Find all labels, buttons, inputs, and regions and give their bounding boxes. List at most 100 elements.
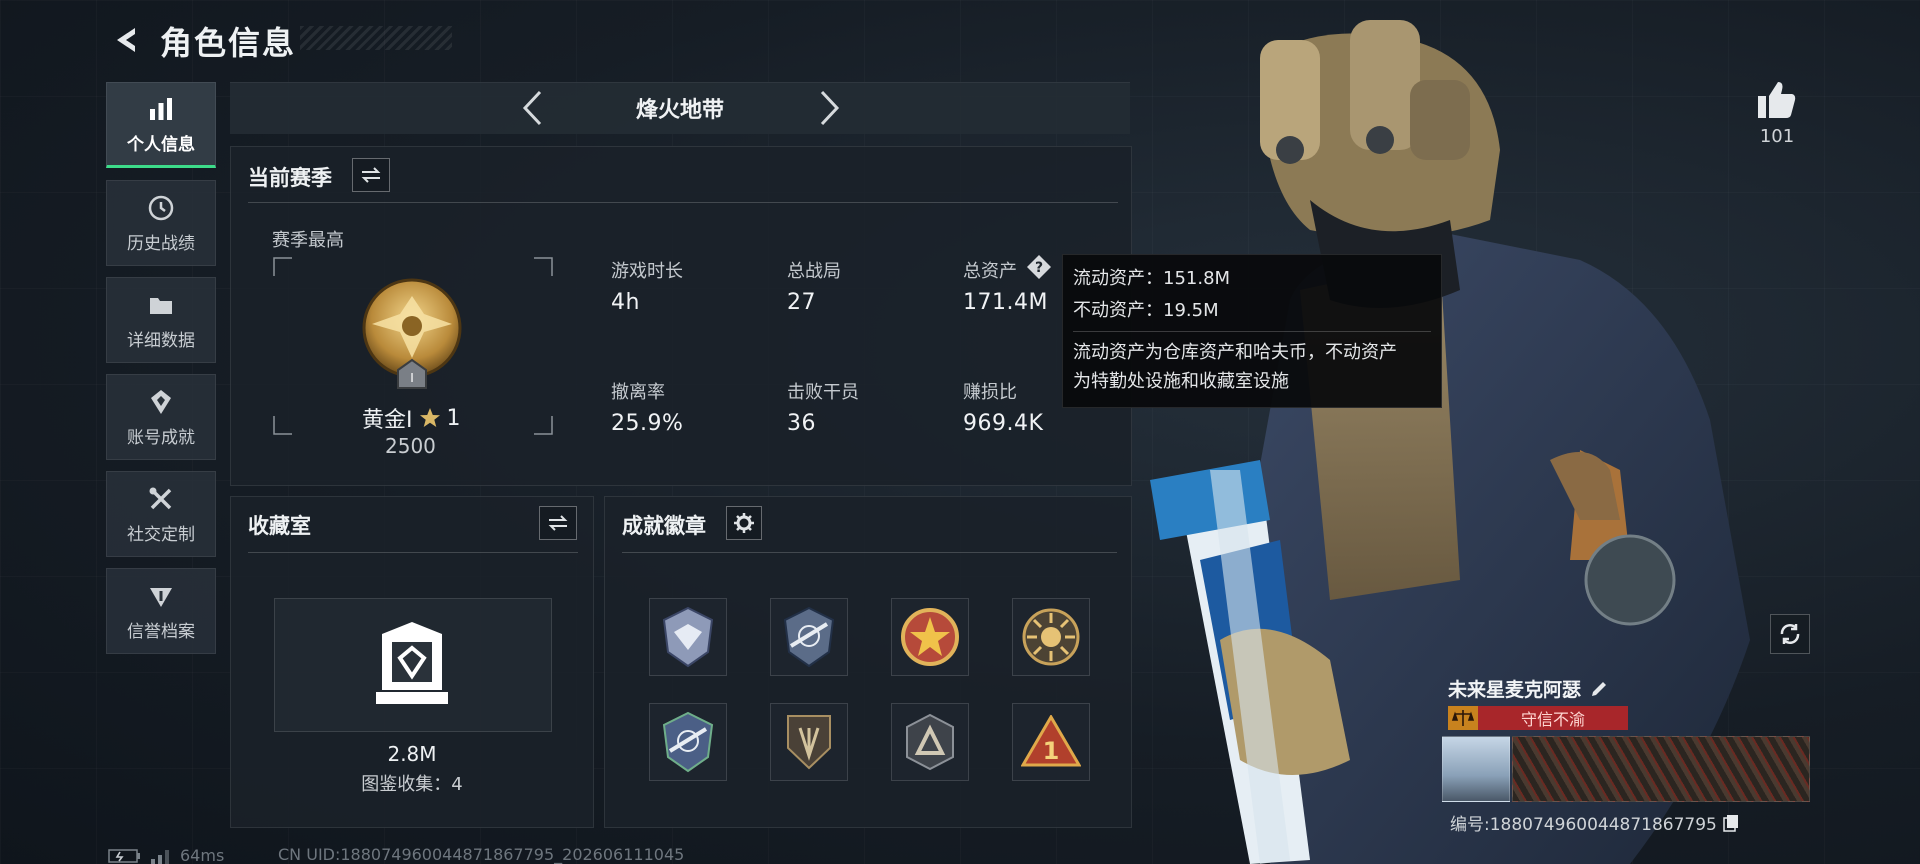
player-title-text: 守信不渝 bbox=[1520, 710, 1585, 729]
badge-slot-6[interactable] bbox=[770, 703, 848, 781]
assets-help-button[interactable]: ? bbox=[1026, 254, 1052, 280]
copy-icon[interactable] bbox=[1723, 814, 1739, 832]
stat-label-playtime: 游戏时长 bbox=[611, 261, 683, 282]
tooltip-desc-line1: 流动资产为仓库资产和哈夫币，不动资产 bbox=[1073, 342, 1397, 363]
sidebar-item-label: 账号成就 bbox=[127, 427, 195, 448]
sidebar-item-label: 社交定制 bbox=[127, 524, 195, 545]
credit-icon bbox=[146, 581, 176, 611]
sidebar-item-credit-record[interactable]: 信誉档案 bbox=[106, 568, 216, 654]
tools-icon bbox=[146, 484, 176, 514]
achievement-icon bbox=[146, 387, 176, 417]
like-count: 101 bbox=[1759, 126, 1795, 147]
mode-next-button[interactable] bbox=[810, 86, 850, 130]
status-bar: 64ms bbox=[108, 846, 224, 864]
rank-name-row: 黄金I 1 bbox=[362, 402, 461, 434]
player-name-row: 未来星麦克阿瑟 bbox=[1448, 675, 1609, 702]
stat-label-total-matches: 总战局 bbox=[787, 261, 841, 282]
sun-badge-icon bbox=[1022, 608, 1080, 666]
sidebar-item-label: 信誉档案 bbox=[127, 621, 195, 642]
stat-label-profit-ratio: 赚损比 bbox=[963, 382, 1017, 403]
gold-rank-emblem-icon: I bbox=[360, 276, 464, 398]
badge-slot-3[interactable] bbox=[891, 598, 969, 676]
achievements-divider bbox=[622, 552, 1117, 553]
sidebar-item-personal-info[interactable]: 个人信息 bbox=[106, 82, 216, 168]
history-icon bbox=[146, 193, 176, 223]
tooltip-liquid-assets: 流动资产：151.8M bbox=[1073, 268, 1231, 289]
stat-value-extraction-rate: 25.9% bbox=[611, 411, 684, 436]
help-icon: ? bbox=[1027, 255, 1051, 279]
back-arrow-icon bbox=[117, 28, 135, 52]
sidebar-item-achievements[interactable]: 账号成就 bbox=[106, 374, 216, 460]
stat-value-total-matches: 27 bbox=[787, 290, 816, 315]
player-avatar[interactable] bbox=[1442, 736, 1510, 802]
chevron-right-icon bbox=[820, 90, 840, 126]
character-model bbox=[1150, 20, 1750, 864]
mode-title: 烽火地带 bbox=[635, 98, 724, 123]
collection-divider bbox=[248, 552, 578, 553]
player-name: 未来星麦克阿瑟 bbox=[1448, 679, 1582, 701]
sidebar-item-label: 历史战绩 bbox=[127, 233, 195, 254]
tooltip-fixed-assets: 不动资产：19.5M bbox=[1073, 300, 1219, 321]
svg-text:?: ? bbox=[1035, 260, 1043, 276]
player-id: 编号:1880749600448718677​95 bbox=[1450, 815, 1717, 835]
edit-pencil-icon[interactable] bbox=[1589, 679, 1609, 699]
collection-title: 收藏室 bbox=[248, 514, 311, 538]
sidebar-item-label: 详细数据 bbox=[127, 330, 195, 351]
sidebar-item-detailed-data[interactable]: 详细数据 bbox=[106, 277, 216, 363]
scales-icon bbox=[1448, 706, 1478, 730]
uid-text: CN UID:1880749600448718677​95_2026061110… bbox=[278, 845, 685, 864]
player-banner[interactable] bbox=[1512, 736, 1810, 802]
stat-value-profit-ratio: 969.4K bbox=[963, 411, 1044, 436]
achievements-settings-button[interactable] bbox=[726, 506, 762, 540]
title-decoration bbox=[300, 26, 452, 50]
ping-text: 64ms bbox=[180, 846, 225, 864]
shield-badge-icon bbox=[787, 715, 831, 770]
gear-icon bbox=[734, 513, 754, 533]
collection-catalog: 图鉴收集：4 bbox=[361, 774, 463, 795]
badge-slot-2[interactable] bbox=[770, 598, 848, 676]
svg-text:I: I bbox=[410, 371, 414, 385]
rifle-badge-2-icon bbox=[662, 711, 714, 773]
assets-tooltip: 流动资产：151.8M 不动资产：19.5M 流动资产为仓库资产和哈夫币，不动资… bbox=[1062, 254, 1442, 408]
rank-name: 黄金I bbox=[362, 408, 413, 433]
stat-value-kills: 36 bbox=[787, 411, 816, 436]
svg-text:1: 1 bbox=[1043, 737, 1060, 765]
rank-stars: 1 bbox=[446, 405, 461, 431]
display-case-icon bbox=[374, 620, 450, 712]
badge-slot-5[interactable] bbox=[649, 703, 727, 781]
stat-label-total-assets: 总资产 bbox=[963, 261, 1017, 282]
back-button[interactable] bbox=[106, 20, 146, 60]
sidebar-item-history[interactable]: 历史战绩 bbox=[106, 180, 216, 266]
like-button[interactable] bbox=[1754, 78, 1800, 124]
stat-value-total-assets: 171.4M bbox=[963, 290, 1048, 315]
eagle-badge-icon bbox=[662, 606, 714, 668]
tooltip-desc-line2: 为特勤处设施和收藏室设施 bbox=[1073, 371, 1289, 392]
badge-slot-8[interactable]: 1 bbox=[1012, 703, 1090, 781]
page-title: 角色信息 bbox=[160, 24, 297, 62]
collection-switch-button[interactable] bbox=[539, 506, 577, 540]
badge-slot-7[interactable] bbox=[891, 703, 969, 781]
season-divider bbox=[248, 202, 1118, 203]
stat-value-playtime: 4h bbox=[611, 290, 640, 315]
badge-slot-1[interactable] bbox=[649, 598, 727, 676]
stat-label-kills: 击败干员 bbox=[787, 382, 859, 403]
number-one-badge-icon: 1 bbox=[1021, 715, 1081, 767]
bar-chart-icon bbox=[146, 94, 176, 124]
star-badge-icon bbox=[901, 608, 959, 666]
rotate-icon bbox=[1780, 624, 1800, 644]
swap-icon bbox=[548, 515, 568, 531]
season-best-label: 赛季最高 bbox=[272, 230, 344, 251]
sidebar-item-social-custom[interactable]: 社交定制 bbox=[106, 471, 216, 557]
season-switch-button[interactable] bbox=[352, 158, 390, 192]
folder-icon bbox=[146, 290, 176, 320]
rotate-button[interactable] bbox=[1770, 614, 1810, 654]
badge-slot-4[interactable] bbox=[1012, 598, 1090, 676]
signal-icon bbox=[151, 849, 169, 864]
battery-icon bbox=[108, 848, 140, 863]
triangle-badge-icon bbox=[906, 713, 954, 771]
star-icon bbox=[419, 408, 440, 427]
stat-label-extraction-rate: 撤离率 bbox=[611, 382, 665, 403]
tooltip-divider bbox=[1073, 331, 1431, 332]
collection-value: 2.8M bbox=[387, 742, 437, 766]
season-title: 当前赛季 bbox=[248, 166, 332, 190]
